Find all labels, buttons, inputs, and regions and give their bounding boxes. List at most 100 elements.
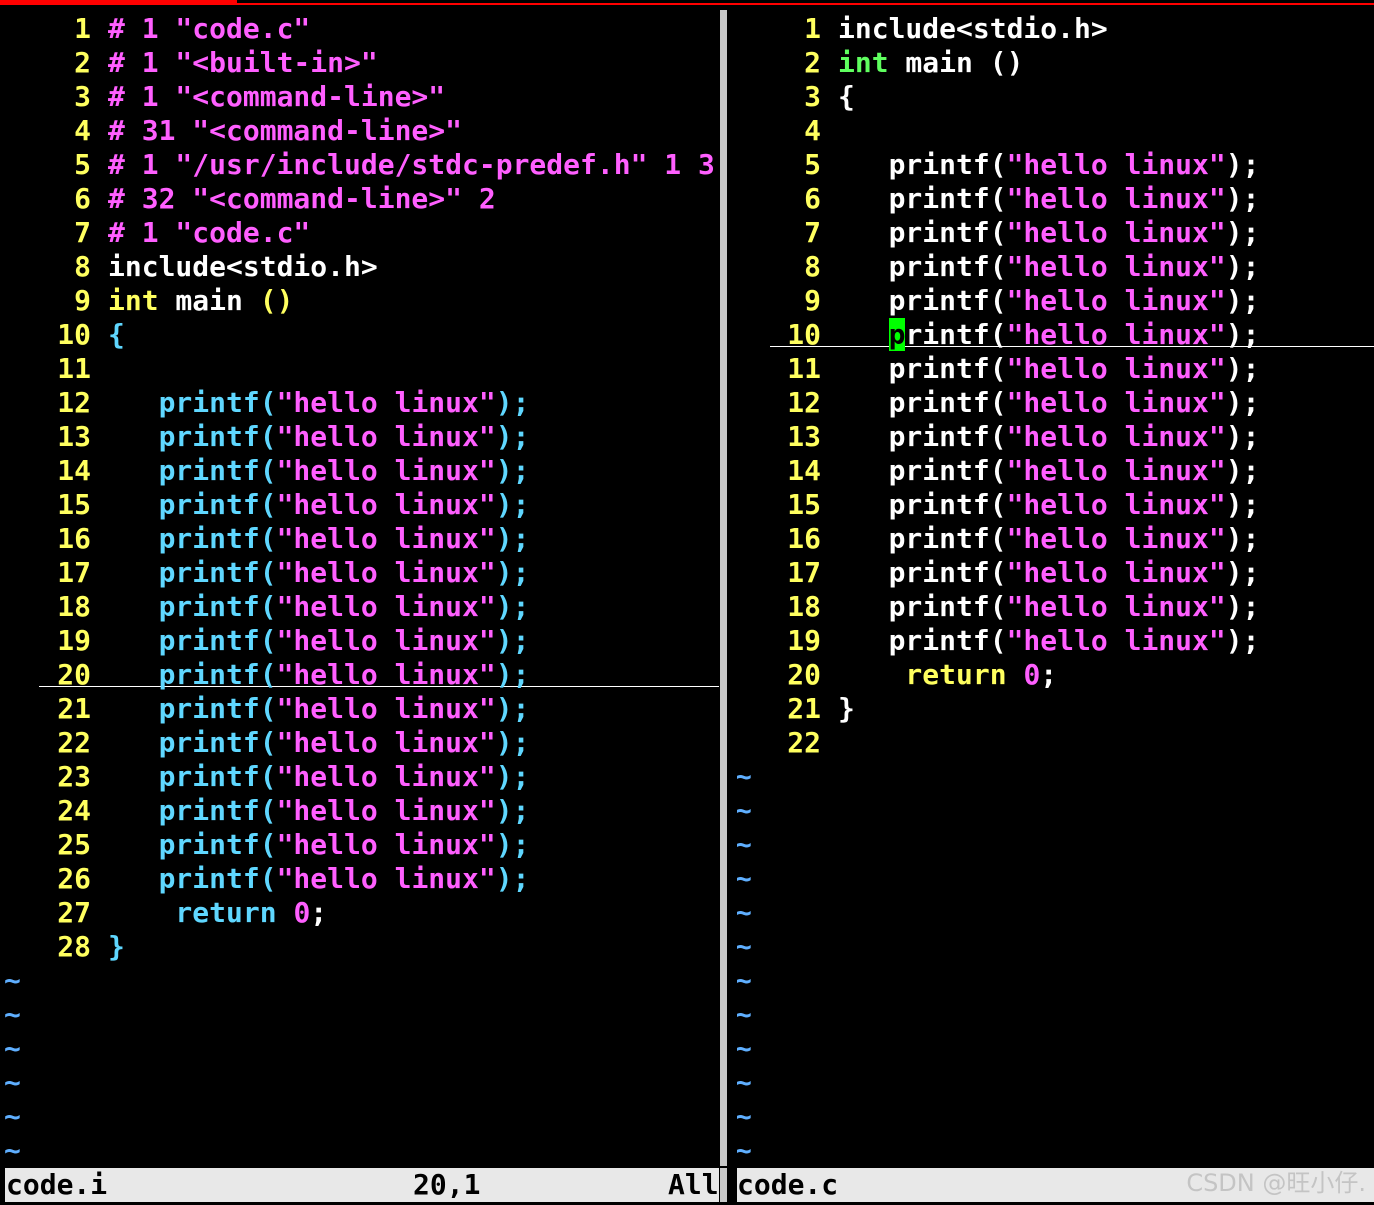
code-line[interactable]: 14 printf("hello linux"); [737, 454, 1259, 488]
code-line[interactable]: 25 printf("hello linux"); [0, 828, 529, 862]
code-text: printf("hello linux"); [108, 386, 530, 419]
empty-line-tilde: ~ [4, 964, 21, 997]
code-token: ); [1225, 148, 1260, 181]
code-line[interactable]: 19 printf("hello linux"); [0, 624, 529, 658]
code-line[interactable]: 18 printf("hello linux"); [0, 590, 529, 624]
code-line[interactable]: 20 return 0; [737, 658, 1057, 692]
code-text: printf("hello linux"); [108, 624, 530, 657]
code-line[interactable]: 2 # 1 "<built-in>" [0, 46, 378, 80]
code-line[interactable]: 10 { [0, 318, 125, 352]
code-line[interactable]: 3{ [737, 80, 855, 114]
code-line[interactable]: 12 printf("hello linux"); [0, 386, 529, 420]
code-token: ; [1040, 658, 1058, 691]
code-line[interactable]: 8 printf("hello linux"); [737, 250, 1259, 284]
code-line[interactable]: 17 printf("hello linux"); [0, 556, 529, 590]
code-line[interactable]: 19 printf("hello linux"); [737, 624, 1259, 658]
code-token: () [259, 284, 294, 317]
code-line[interactable]: 17 printf("hello linux"); [737, 556, 1259, 590]
code-line[interactable]: 15 printf("hello linux"); [0, 488, 529, 522]
vertical-split-separator[interactable] [719, 10, 737, 1166]
code-line[interactable]: 1 # 1 "code.c" [0, 12, 310, 46]
line-number: 11 [787, 352, 821, 385]
code-text: printf("hello linux"); [108, 454, 530, 487]
code-line[interactable]: 21 printf("hello linux"); [0, 692, 529, 726]
code-token: ); [495, 522, 530, 555]
code-line[interactable]: 6 printf("hello linux"); [737, 182, 1259, 216]
code-token: ); [1225, 522, 1260, 555]
empty-line-tilde: ~ [737, 760, 752, 793]
code-token: printf( [838, 352, 1007, 385]
line-number: 19 [787, 624, 821, 657]
code-line[interactable]: 5 # 1 "/usr/include/stdc-predef.h" 1 3 [0, 148, 715, 182]
code-line[interactable]: 23 printf("hello linux"); [0, 760, 529, 794]
code-line[interactable]: 21} [737, 692, 855, 726]
code-token: 0 [1023, 658, 1041, 691]
code-line[interactable]: 26 printf("hello linux"); [0, 862, 529, 896]
code-token: printf( [108, 862, 277, 895]
code-token: include<stdio.h> [108, 250, 378, 283]
code-line[interactable]: 13 printf("hello linux"); [0, 420, 529, 454]
statusline-cursor-position: 20,1 [413, 1168, 481, 1201]
empty-line-tilde: ~ [737, 998, 752, 1031]
code-token: "hello linux" [1006, 488, 1226, 521]
code-token: ); [1225, 216, 1260, 249]
code-line[interactable]: 13 printf("hello linux"); [737, 420, 1259, 454]
code-line[interactable]: 16 printf("hello linux"); [0, 522, 529, 556]
code-token: ); [1225, 284, 1260, 317]
line-number: 9 [804, 284, 821, 317]
code-token: printf( [108, 760, 277, 793]
code-line[interactable]: 22 printf("hello linux"); [0, 726, 529, 760]
code-line[interactable]: 15 printf("hello linux"); [737, 488, 1259, 522]
code-line[interactable]: 8 include<stdio.h> [0, 250, 378, 284]
line-number: 13 [787, 420, 821, 453]
code-text: printf("hello linux"); [838, 148, 1260, 181]
line-number: 1 [74, 12, 91, 45]
line-number: 24 [57, 794, 91, 827]
code-line[interactable]: 27 return 0; [0, 896, 327, 930]
line-number: 28 [57, 930, 91, 963]
code-token: "hello linux" [276, 658, 496, 691]
code-line[interactable]: 7 printf("hello linux"); [737, 216, 1259, 250]
code-line[interactable]: 20 printf("hello linux"); [0, 658, 529, 692]
code-line[interactable]: 22 [737, 726, 838, 760]
empty-line-tilde: ~ [737, 1100, 752, 1133]
code-line[interactable]: 11 [0, 352, 108, 386]
code-line[interactable]: 11 printf("hello linux"); [737, 352, 1259, 386]
left-editor-pane[interactable]: 1 # 1 "code.c" 2 # 1 "<built-in>" 3 # 1 "<com… [0, 10, 719, 1166]
code-line[interactable]: 3 # 1 "<command-line>" [0, 80, 445, 114]
statusline-filename: code.c [737, 1168, 839, 1201]
code-line[interactable]: 14 printf("hello linux"); [0, 454, 529, 488]
code-line[interactable]: 4 # 31 "<command-line>" [0, 114, 462, 148]
code-line[interactable]: 9 int main () [0, 284, 293, 318]
code-token: ); [495, 488, 530, 521]
code-line[interactable]: 9 printf("hello linux"); [737, 284, 1259, 318]
line-number: 20 [57, 658, 91, 691]
code-text: # 31 "<command-line>" [108, 114, 462, 147]
code-token: printf( [838, 522, 1007, 555]
code-line[interactable]: 7 # 1 "code.c" [0, 216, 310, 250]
code-line[interactable]: 6 # 32 "<command-line>" 2 [0, 182, 496, 216]
code-token: "hello linux" [276, 624, 496, 657]
code-line[interactable]: 4 [737, 114, 838, 148]
window-accent-line [237, 3, 1374, 5]
code-text: { [108, 318, 125, 351]
code-line[interactable]: 24 printf("hello linux"); [0, 794, 529, 828]
code-text: # 1 "code.c" [108, 216, 310, 249]
code-token: printf( [108, 522, 277, 555]
code-line[interactable]: 5 printf("hello linux"); [737, 148, 1259, 182]
code-token: "hello linux" [1006, 590, 1226, 623]
code-token: "hello linux" [1006, 454, 1226, 487]
line-number: 3 [74, 80, 91, 113]
code-line[interactable]: 16 printf("hello linux"); [737, 522, 1259, 556]
code-line[interactable]: 2 int main () [737, 46, 1023, 80]
code-line[interactable]: 12 printf("hello linux"); [737, 386, 1259, 420]
right-editor-pane[interactable]: 1 include<stdio.h> 2 int main () 3{4 5 printf… [737, 10, 1374, 1166]
empty-line-tilde: ~ [737, 896, 752, 929]
code-line[interactable]: 18 printf("hello linux"); [737, 590, 1259, 624]
code-token: "hello linux" [1006, 148, 1226, 181]
line-number: 1 [804, 12, 821, 45]
code-line[interactable]: 10 printf("hello linux"); [737, 318, 1259, 352]
line-number: 3 [804, 80, 821, 113]
code-line[interactable]: 1 include<stdio.h> [737, 12, 1108, 46]
code-line[interactable]: 28} [0, 930, 125, 964]
